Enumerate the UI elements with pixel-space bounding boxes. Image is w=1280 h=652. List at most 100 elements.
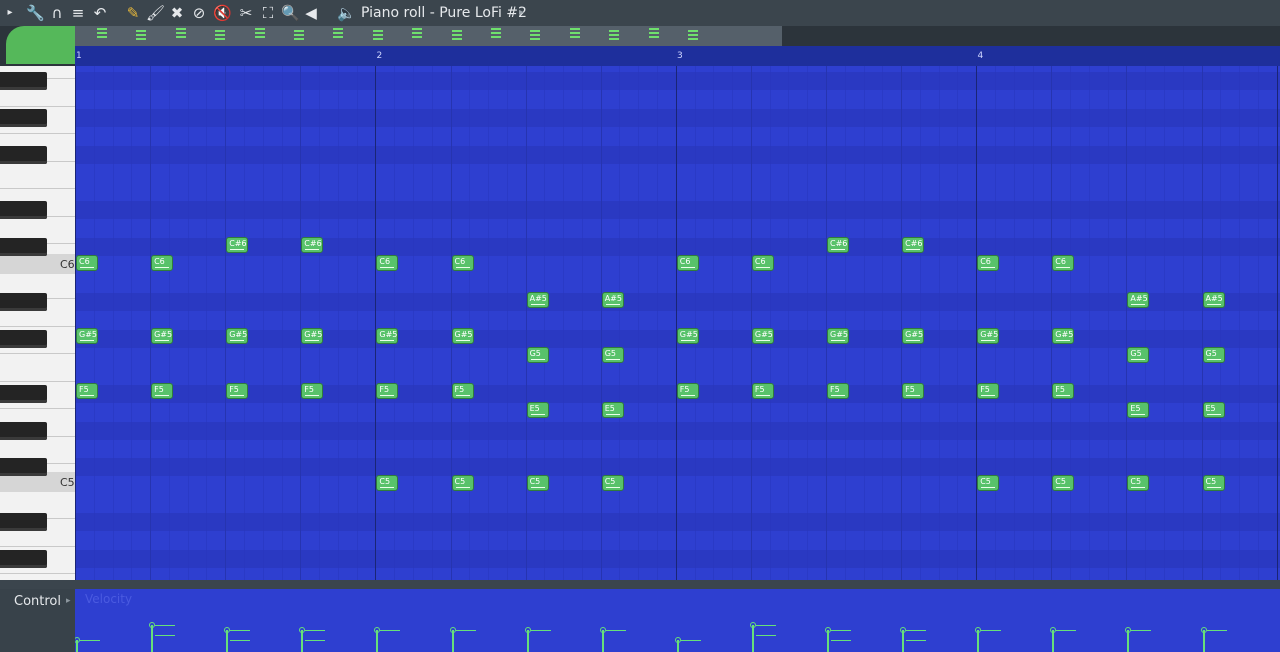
note[interactable]: C5 (376, 475, 399, 492)
note[interactable]: F5 (76, 383, 98, 400)
note[interactable]: C5 (1127, 475, 1150, 492)
velocity-stem[interactable] (526, 630, 529, 652)
note[interactable]: C5 (1052, 475, 1075, 492)
note[interactable]: E5 (526, 401, 549, 418)
note[interactable]: C#6 (902, 236, 925, 253)
black-key[interactable] (0, 72, 47, 90)
note[interactable]: G#5 (676, 328, 699, 345)
note[interactable]: C6 (76, 255, 98, 271)
zoom-tool-icon[interactable]: 🔍 (281, 4, 300, 22)
slice-tool-icon[interactable]: ✂ (237, 4, 255, 22)
note[interactable]: C5 (451, 475, 474, 492)
black-key[interactable] (0, 293, 47, 311)
note[interactable]: G#5 (226, 328, 249, 345)
undo-icon[interactable]: ↶ (91, 4, 109, 22)
black-key[interactable] (0, 550, 47, 568)
velocity-stem[interactable] (827, 630, 829, 652)
note[interactable]: E5 (601, 401, 624, 418)
note[interactable]: F5 (451, 383, 474, 400)
control-label[interactable]: Control (14, 594, 61, 609)
black-key[interactable] (0, 513, 47, 531)
velocity-stem[interactable] (1202, 630, 1205, 652)
note[interactable]: G#5 (151, 328, 174, 345)
velocity-stem[interactable] (451, 630, 454, 652)
velocity-stem[interactable] (751, 625, 754, 652)
note[interactable]: F5 (751, 383, 774, 400)
wrench-icon[interactable]: 🔧 (26, 4, 45, 22)
note[interactable]: C5 (1202, 475, 1225, 492)
velocity-stem[interactable] (151, 625, 154, 652)
note[interactable]: A#5 (526, 291, 549, 308)
note[interactable]: F5 (301, 383, 324, 400)
note-grid[interactable]: C6 C6 C#6 C#6 C6 C6 A#5 A#5 C6 C6 C#6 C#6 C6 C6 A#5 A#5… (75, 66, 1280, 580)
velocity-stem[interactable] (376, 630, 379, 652)
note[interactable]: G#5 (902, 328, 925, 345)
note[interactable]: C6 (1052, 255, 1075, 271)
select-tool-icon[interactable]: ⛶ (259, 4, 277, 22)
menu-arrow-icon[interactable]: ▸ (5, 4, 15, 22)
pencil-icon[interactable]: ✎ (124, 4, 142, 22)
note[interactable]: F5 (827, 383, 849, 400)
note[interactable]: G5 (526, 346, 549, 363)
piano-keyboard[interactable]: C6 C5 (0, 66, 75, 580)
speaker-icon[interactable]: 🔈 (337, 4, 356, 22)
note[interactable]: G#5 (376, 328, 399, 345)
note[interactable]: G#5 (76, 328, 98, 345)
pane-divider[interactable] (75, 580, 1280, 589)
velocity-lane[interactable]: Velocity (75, 589, 1280, 652)
snap-icon[interactable]: ≡ (69, 4, 87, 22)
note[interactable]: C6 (751, 255, 774, 271)
velocity-stem[interactable] (1127, 630, 1130, 652)
note[interactable]: C5 (526, 475, 549, 492)
note[interactable]: G#5 (827, 328, 849, 345)
delete-tool-icon[interactable]: ✖ (168, 4, 186, 22)
velocity-stem[interactable] (301, 630, 304, 652)
velocity-stem[interactable] (977, 630, 980, 652)
black-key[interactable] (0, 146, 47, 164)
note[interactable]: F5 (151, 383, 174, 400)
black-key[interactable] (0, 385, 47, 403)
note[interactable]: F5 (376, 383, 399, 400)
note[interactable]: E5 (1127, 401, 1150, 418)
note[interactable]: A#5 (1127, 291, 1150, 308)
velocity-stem[interactable] (601, 630, 604, 652)
note[interactable]: A#5 (1202, 291, 1225, 308)
note[interactable]: F5 (1052, 383, 1075, 400)
note[interactable]: C6 (977, 255, 1000, 271)
note[interactable]: G5 (1127, 346, 1150, 363)
mute-speaker-icon[interactable]: 🔇 (213, 4, 232, 22)
paint-brush-icon[interactable]: 🖌 (146, 4, 165, 22)
black-key[interactable] (0, 238, 47, 256)
note[interactable]: C#6 (226, 236, 249, 253)
note[interactable]: C6 (676, 255, 699, 271)
black-key[interactable] (0, 422, 47, 440)
note[interactable]: C5 (977, 475, 1000, 492)
note[interactable]: G5 (1202, 346, 1225, 363)
timeline-ruler[interactable]: 1 2 3 4 (75, 46, 1280, 66)
note[interactable]: C#6 (827, 236, 849, 253)
note[interactable]: F5 (902, 383, 925, 400)
velocity-stem[interactable] (1052, 630, 1055, 652)
note[interactable]: G#5 (301, 328, 324, 345)
note[interactable]: F5 (977, 383, 1000, 400)
note[interactable]: G5 (601, 346, 624, 363)
title-arrow-icon[interactable]: ▸ (519, 4, 524, 22)
black-key[interactable] (0, 458, 47, 476)
note[interactable]: G#5 (751, 328, 774, 345)
black-key[interactable] (0, 109, 47, 127)
black-key[interactable] (0, 330, 47, 348)
note[interactable]: F5 (676, 383, 699, 400)
note[interactable]: C#6 (301, 236, 324, 253)
note[interactable]: G#5 (451, 328, 474, 345)
note[interactable]: C5 (601, 475, 624, 492)
event-strip[interactable] (75, 26, 782, 46)
playback-tool-icon[interactable]: ◀ (302, 4, 320, 22)
black-key[interactable] (0, 201, 47, 219)
note[interactable]: C6 (151, 255, 174, 271)
magnet-icon[interactable]: ∩ (48, 4, 66, 22)
note[interactable]: F5 (226, 383, 249, 400)
note[interactable]: G#5 (1052, 328, 1075, 345)
velocity-stem[interactable] (902, 630, 905, 652)
note[interactable]: A#5 (601, 291, 624, 308)
note[interactable]: C6 (451, 255, 474, 271)
